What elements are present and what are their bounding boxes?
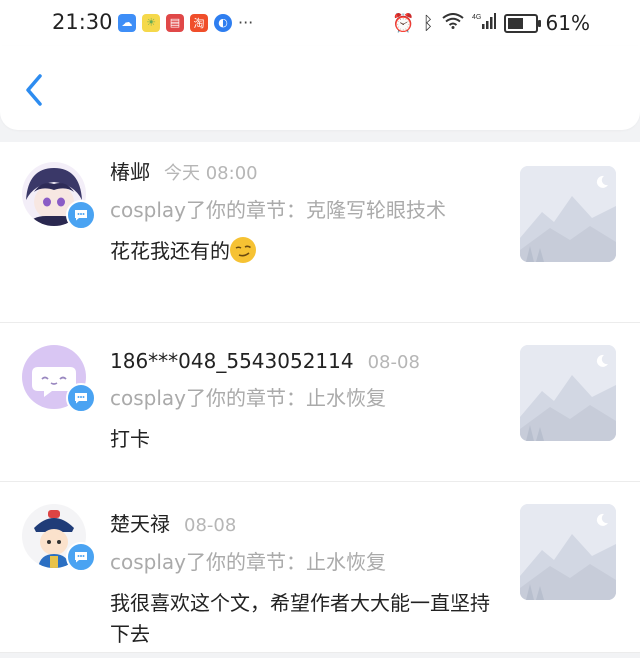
message-time: 今天 08:00	[164, 163, 258, 184]
more-notifications-icon: ···	[238, 13, 254, 32]
placeholder-mountain-icon	[520, 345, 616, 441]
comment-badge	[66, 200, 96, 230]
header-bar	[0, 46, 640, 130]
placeholder-mountain-icon	[520, 504, 616, 600]
reply-context[interactable]: cosplay了你的章节：止水恢复	[110, 547, 500, 578]
reply-context[interactable]: cosplay了你的章节：止水恢复	[110, 383, 500, 414]
comment-bubble-icon	[75, 393, 87, 404]
browser-app-icon: ◐	[214, 13, 232, 32]
battery-icon	[503, 13, 541, 33]
comment-text: 花花我还有的	[110, 236, 490, 267]
cloud-app-icon: ☁	[118, 13, 136, 32]
comment-bubble-icon	[75, 552, 87, 563]
reply-context[interactable]: cosplay了你的章节：克隆写轮眼技术	[110, 195, 500, 226]
message-list: 椿邺 今天 08:00 cosplay了你的章节：克隆写轮眼技术 花花我还有的	[0, 142, 640, 653]
comment-badge	[66, 542, 96, 572]
weather-app-icon: ☀	[142, 13, 160, 32]
status-bar: 21:30 ☁ ☀ ▤ 淘 ◐ ··· ⏰ ᛒ 4G 61%	[0, 0, 640, 46]
book-app-icon: ▤	[166, 13, 184, 32]
message-time: 08-08	[367, 352, 420, 373]
taobao-app-icon: 淘	[190, 13, 208, 32]
comment-bubble-icon	[75, 210, 87, 221]
battery-percent: 61%	[545, 11, 590, 35]
alarm-icon: ⏰	[392, 12, 415, 34]
comment-badge	[66, 383, 96, 413]
message-item[interactable]: 楚天禄 08-08 cosplay了你的章节：止水恢复 我很喜欢这个文，希望作者…	[0, 482, 640, 653]
user-name[interactable]: 186***048_5543052114	[110, 349, 354, 373]
message-time: 08-08	[184, 515, 237, 536]
comment-text-content: 花花我还有的	[110, 239, 230, 263]
bluetooth-icon: ᛒ	[422, 12, 434, 34]
notification-icons: ☁ ☀ ▤ 淘 ◐ ···	[118, 13, 253, 32]
message-item[interactable]: 椿邺 今天 08:00 cosplay了你的章节：克隆写轮眼技术 花花我还有的	[0, 142, 640, 323]
comment-text: 我很喜欢这个文，希望作者大大能一直坚持下去	[110, 591, 490, 646]
network-type-label: 4G	[472, 14, 481, 21]
message-item[interactable]: 186***048_5543052114 08-08 cosplay了你的章节：…	[0, 323, 640, 482]
signal-icon: 4G	[472, 12, 496, 35]
user-name[interactable]: 椿邺	[110, 156, 150, 185]
chevron-left-icon	[26, 74, 42, 106]
back-button[interactable]	[20, 72, 50, 108]
chapter-thumbnail[interactable]	[520, 504, 616, 600]
user-name[interactable]: 楚天禄	[110, 508, 170, 537]
chapter-thumbnail[interactable]	[520, 345, 616, 441]
wifi-icon	[441, 12, 464, 34]
smirk-emoji-icon	[230, 237, 256, 263]
status-time: 21:30	[52, 10, 113, 34]
placeholder-mountain-icon	[520, 166, 616, 262]
comment-text: 打卡	[110, 427, 150, 451]
chapter-thumbnail[interactable]	[520, 166, 616, 262]
